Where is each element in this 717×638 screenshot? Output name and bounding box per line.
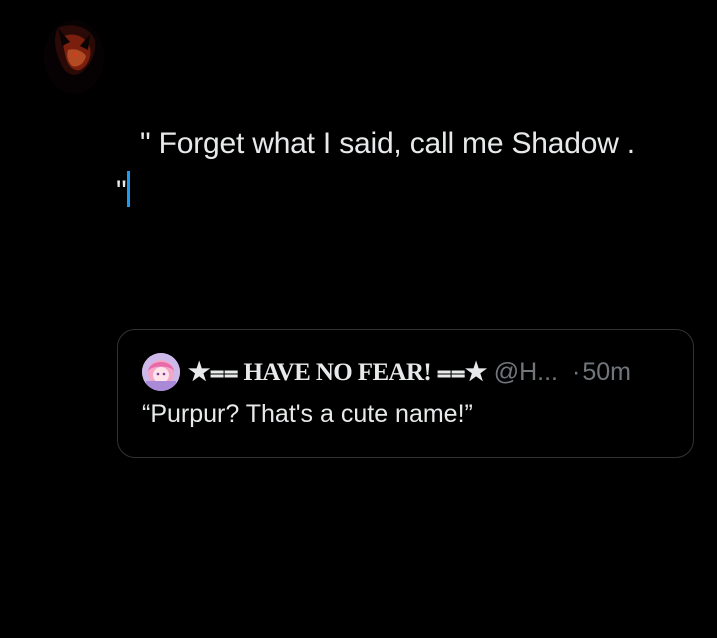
- quoted-post-handle[interactable]: @H...: [494, 358, 558, 387]
- text-caret: [127, 171, 131, 207]
- compose-text-area[interactable]: " Forget what I said, call me Shadow . ": [116, 120, 706, 216]
- quoted-post-card[interactable]: ★⩵ HAVE NO FEAR! ⩵★ @H... · 50m “Purpur?…: [117, 329, 694, 458]
- user-avatar-image: [44, 20, 104, 94]
- user-avatar[interactable]: [44, 20, 104, 94]
- compose-text-line-1: " Forget what I said, call me Shadow .: [140, 127, 635, 160]
- quoted-post-timestamp[interactable]: 50m: [582, 358, 631, 387]
- compose-line-1: " Forget what I said, call me Shadow .: [116, 120, 706, 168]
- quoted-post-separator: ·: [572, 357, 581, 386]
- quoted-post-text: “Purpur? That's a cute name!”: [142, 400, 473, 428]
- compose-text-line-2: ": [116, 175, 127, 208]
- quoted-post-header: ★⩵ HAVE NO FEAR! ⩵★ @H... · 50m: [142, 352, 669, 392]
- quoted-post-avatar-image: [142, 353, 180, 391]
- quoted-post-display-name[interactable]: ★⩵ HAVE NO FEAR! ⩵★: [188, 357, 487, 387]
- quoted-post-avatar[interactable]: [142, 353, 180, 391]
- compose-line-2: ": [116, 168, 706, 216]
